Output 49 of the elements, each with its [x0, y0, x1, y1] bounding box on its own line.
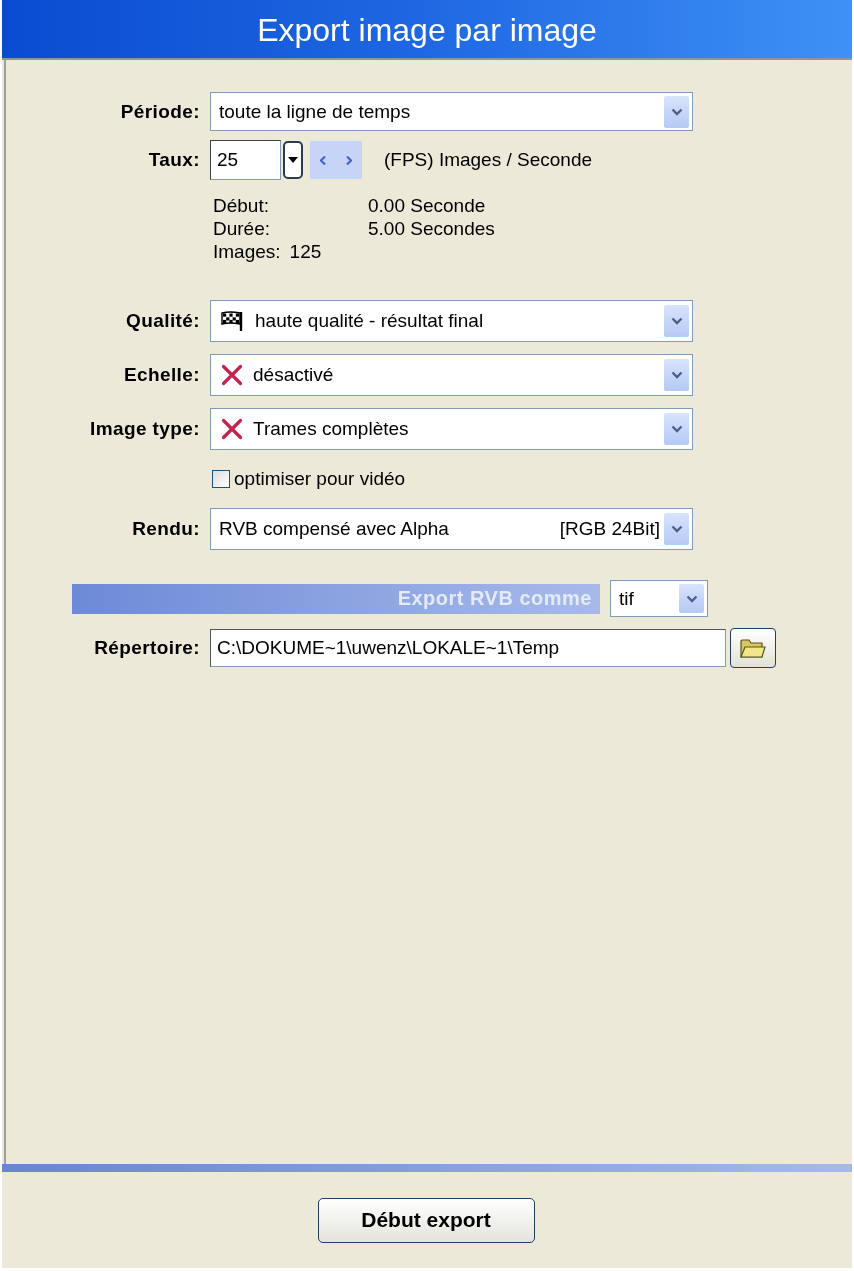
- chevron-down-icon: [670, 525, 683, 533]
- section-header: Export RVB comme: [72, 583, 600, 614]
- field-label: Répertoire:: [94, 637, 200, 659]
- dropdown-arrow-button[interactable]: [664, 513, 689, 545]
- chevron-down-icon: [670, 317, 683, 325]
- dropdown-arrow-button[interactable]: [664, 413, 689, 445]
- info-value: 0.00 Seconde: [368, 194, 486, 217]
- rate-input[interactable]: 25: [210, 140, 281, 180]
- chevron-down-icon: [670, 371, 683, 379]
- window-title: Export image par image: [257, 10, 597, 48]
- field-label: Rendu:: [132, 518, 200, 540]
- dropdown[interactable]: tif: [610, 580, 708, 617]
- folder-icon: [740, 637, 766, 659]
- checkered-flag-icon: [221, 310, 245, 332]
- checkbox-label: optimiser pour vidéo: [234, 468, 406, 490]
- dropdown-arrow-button[interactable]: [664, 95, 689, 128]
- dropdown-arrow-button[interactable]: [664, 305, 689, 337]
- chevron-down-icon: [670, 107, 683, 116]
- start-export-button[interactable]: Début export: [317, 1197, 535, 1243]
- path-field[interactable]: C:\DOKUME~1\uwenz\LOKALE~1\Temp: [210, 629, 726, 667]
- dropdown[interactable]: haute qualité - résultat final: [210, 300, 693, 342]
- dropdown-arrow-button[interactable]: [664, 359, 689, 391]
- browse-button[interactable]: [730, 628, 776, 668]
- field-label: Qualité:: [126, 310, 200, 332]
- chevron-down-icon: [685, 594, 698, 603]
- info-label: Durée:: [213, 217, 272, 240]
- chevron-left-icon: [320, 155, 326, 165]
- triangle-down-icon: [288, 157, 298, 163]
- chevron-down-icon: [670, 425, 683, 433]
- dropdown-button[interactable]: [283, 141, 303, 179]
- cross-icon: [221, 364, 243, 386]
- info-value: 125: [289, 240, 322, 263]
- dropdown[interactable]: toute la ligne de temps: [210, 92, 693, 131]
- field-label: Période:: [120, 100, 200, 123]
- dropdown-arrow-button[interactable]: [679, 584, 704, 613]
- cross-icon: [221, 418, 243, 440]
- unit-text: (FPS) Images / Seconde: [384, 149, 593, 171]
- dropdown-detail: [RGB 24Bit]: [559, 518, 660, 540]
- chevron-right-icon: [346, 155, 352, 165]
- field-label: Echelle:: [123, 364, 200, 386]
- dropdown[interactable]: désactivé: [210, 354, 693, 396]
- info-value: 5.00 Secondes: [368, 217, 495, 240]
- checkbox[interactable]: [212, 470, 230, 488]
- dropdown[interactable]: Trames complètes: [210, 408, 693, 450]
- dropdown[interactable]: RVB compensé avec Alpha [RGB 24Bit]: [210, 508, 693, 550]
- info-label: Images:: [213, 240, 281, 263]
- info-label: Début:: [213, 194, 270, 217]
- field-label: Image type:: [90, 418, 200, 440]
- field-label: Taux:: [148, 149, 200, 171]
